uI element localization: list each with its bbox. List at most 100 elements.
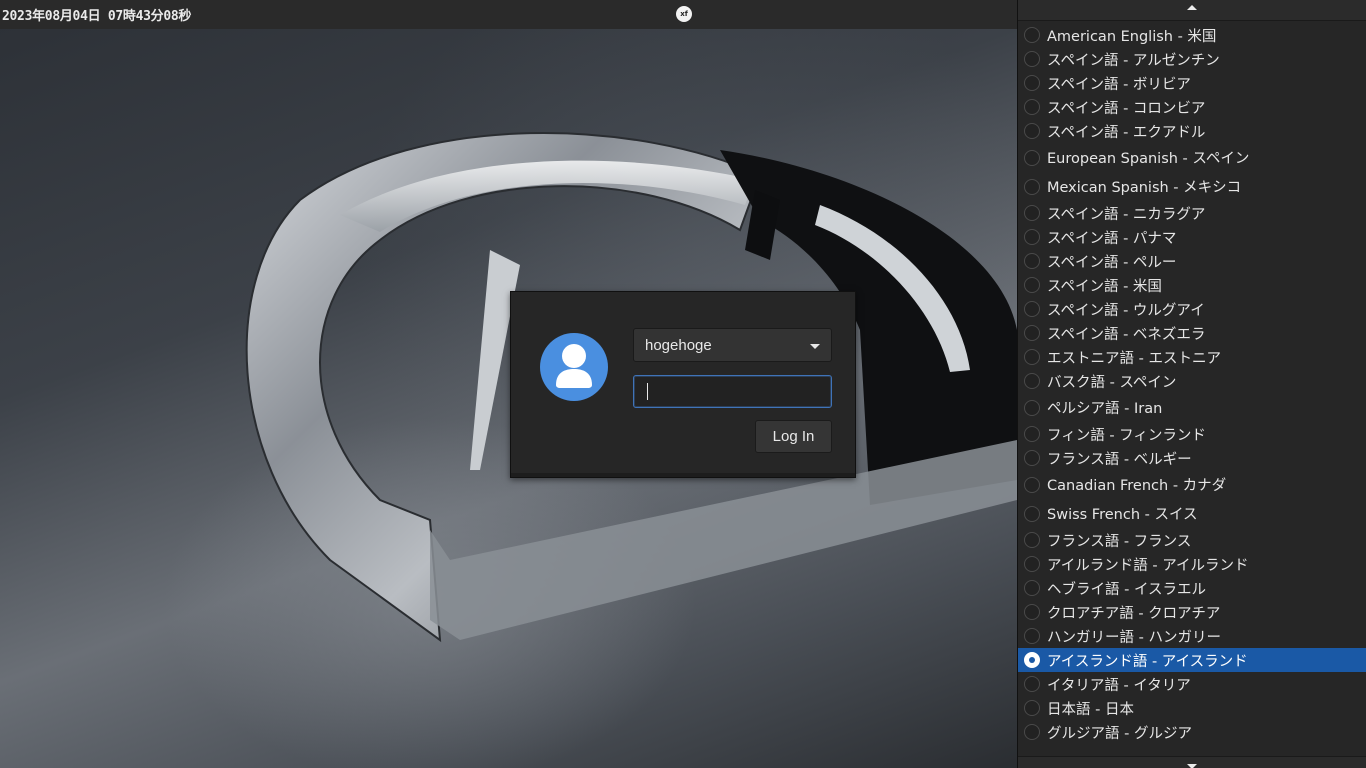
language-item[interactable]: 日本語 - 日本	[1018, 696, 1366, 720]
language-item[interactable]: フィン語 - フィンランド	[1018, 422, 1366, 446]
chevron-down-icon	[1187, 764, 1197, 768]
radio-button-icon[interactable]	[1024, 178, 1040, 195]
language-menu: American English - 米国 スペイン語 - アルゼンチン スペイン語…	[1017, 0, 1366, 768]
radio-button-icon[interactable]	[1024, 51, 1040, 67]
password-input[interactable]	[633, 375, 832, 408]
radio-button-icon[interactable]	[1024, 700, 1040, 716]
language-item[interactable]: Mexican Spanish - メキシコ	[1018, 172, 1366, 201]
language-item-label: European Spanish - スペイン	[1047, 151, 1250, 167]
language-item[interactable]: アイルランド語 - アイルランド	[1018, 552, 1366, 576]
chevron-down-icon	[810, 344, 820, 349]
radio-button-icon[interactable]	[1024, 652, 1040, 668]
language-item[interactable]: スペイン語 - エクアドル	[1018, 119, 1366, 143]
language-item[interactable]: スペイン語 - パナマ	[1018, 225, 1366, 249]
radio-button-icon[interactable]	[1024, 373, 1040, 389]
language-item-label: スペイン語 - アルゼンチン	[1047, 52, 1220, 69]
clock: 2023年08月04日 07時43分08秒	[2, 9, 192, 24]
language-item-label: スペイン語 - ニカラグア	[1047, 206, 1206, 223]
language-item-label: Canadian French - カナダ	[1047, 478, 1227, 494]
language-item[interactable]: European Spanish - スペイン	[1018, 143, 1366, 172]
language-item[interactable]: グルジア語 - グルジア	[1018, 720, 1366, 744]
xfce-icon[interactable]: xf	[676, 6, 692, 22]
language-item[interactable]: スペイン語 - 米国	[1018, 273, 1366, 297]
login-button[interactable]: Log In	[755, 420, 832, 453]
radio-button-icon[interactable]	[1024, 676, 1040, 692]
radio-button-icon[interactable]	[1024, 123, 1040, 139]
language-item[interactable]: クロアチア語 - クロアチア	[1018, 600, 1366, 624]
language-item[interactable]: フランス語 - フランス	[1018, 528, 1366, 552]
language-item[interactable]: スペイン語 - ペルー	[1018, 249, 1366, 273]
language-item-label: エストニア語 - エストニア	[1047, 350, 1221, 367]
user-avatar-icon	[540, 333, 608, 401]
language-item-label: フィン語 - フィンランド	[1047, 427, 1206, 444]
language-item[interactable]: アイスランド語 - アイスランド	[1018, 648, 1366, 672]
radio-button-icon[interactable]	[1024, 27, 1040, 43]
language-item-label: イタリア語 - イタリア	[1047, 677, 1191, 694]
username-dropdown[interactable]: hogehoge	[633, 328, 832, 362]
language-item-label: フランス語 - ベルギー	[1047, 451, 1192, 468]
language-item-label: スペイン語 - 米国	[1047, 278, 1162, 295]
radio-button-icon[interactable]	[1024, 450, 1040, 466]
radio-button-icon[interactable]	[1024, 301, 1040, 317]
language-item[interactable]: スペイン語 - ボリビア	[1018, 71, 1366, 95]
radio-button-icon[interactable]	[1024, 75, 1040, 91]
language-item[interactable]: American English - 米国	[1018, 23, 1366, 47]
language-item-label: Swiss French - スイス	[1047, 507, 1198, 523]
language-item-label: ハンガリー語 - ハンガリー	[1047, 629, 1221, 646]
chevron-up-icon	[1187, 5, 1197, 10]
radio-button-icon[interactable]	[1024, 556, 1040, 572]
radio-button-icon[interactable]	[1024, 149, 1040, 166]
language-item-label: Mexican Spanish - メキシコ	[1047, 180, 1242, 196]
radio-button-icon[interactable]	[1024, 229, 1040, 245]
radio-button-icon[interactable]	[1024, 205, 1040, 221]
radio-button-icon[interactable]	[1024, 505, 1040, 522]
radio-button-icon[interactable]	[1024, 399, 1040, 416]
language-item-label: ヘブライ語 - イスラエル	[1047, 581, 1207, 598]
language-item[interactable]: イタリア語 - イタリア	[1018, 672, 1366, 696]
language-item-label: スペイン語 - ベネズエラ	[1047, 326, 1206, 343]
language-item-label: グルジア語 - グルジア	[1047, 725, 1192, 742]
radio-button-icon[interactable]	[1024, 476, 1040, 493]
language-item-label: スペイン語 - ウルグアイ	[1047, 302, 1205, 319]
radio-button-icon[interactable]	[1024, 628, 1040, 644]
language-item-label: American English - 米国	[1047, 28, 1217, 45]
language-item[interactable]: ヘブライ語 - イスラエル	[1018, 576, 1366, 600]
language-item-label: スペイン語 - ペルー	[1047, 254, 1177, 271]
radio-button-icon[interactable]	[1024, 604, 1040, 620]
radio-button-icon[interactable]	[1024, 325, 1040, 341]
scroll-down-button[interactable]	[1018, 756, 1366, 768]
radio-button-icon[interactable]	[1024, 99, 1040, 115]
language-item[interactable]: ペルシア語 - Iran	[1018, 393, 1366, 422]
distro-logo-wallpaper	[245, 131, 1017, 643]
text-cursor	[647, 383, 648, 400]
language-item[interactable]: スペイン語 - アルゼンチン	[1018, 47, 1366, 71]
language-item[interactable]: バスク語 - スペイン	[1018, 369, 1366, 393]
language-item[interactable]: Canadian French - カナダ	[1018, 470, 1366, 499]
language-item[interactable]: スペイン語 - ウルグアイ	[1018, 297, 1366, 321]
top-panel: 2023年08月04日 07時43分08秒 xf	[0, 0, 1017, 29]
radio-button-icon[interactable]	[1024, 349, 1040, 365]
radio-button-icon[interactable]	[1024, 253, 1040, 269]
language-item[interactable]: ハンガリー語 - ハンガリー	[1018, 624, 1366, 648]
language-item[interactable]: エストニア語 - エストニア	[1018, 345, 1366, 369]
desktop-background	[0, 0, 1017, 768]
language-item[interactable]: スペイン語 - ベネズエラ	[1018, 321, 1366, 345]
language-item-label: スペイン語 - コロンビア	[1047, 100, 1206, 117]
radio-button-icon[interactable]	[1024, 277, 1040, 293]
language-list: American English - 米国 スペイン語 - アルゼンチン スペイン語…	[1018, 23, 1366, 744]
language-item[interactable]: スペイン語 - ニカラグア	[1018, 201, 1366, 225]
radio-button-icon[interactable]	[1024, 580, 1040, 596]
language-item-label: バスク語 - スペイン	[1047, 374, 1177, 391]
scroll-up-button[interactable]	[1018, 0, 1366, 21]
language-item[interactable]: フランス語 - ベルギー	[1018, 446, 1366, 470]
radio-button-icon[interactable]	[1024, 532, 1040, 548]
language-item[interactable]: スペイン語 - コロンビア	[1018, 95, 1366, 119]
language-item-label: スペイン語 - パナマ	[1047, 230, 1177, 247]
language-item-label: クロアチア語 - クロアチア	[1047, 605, 1221, 622]
radio-button-icon[interactable]	[1024, 724, 1040, 740]
language-item[interactable]: Swiss French - スイス	[1018, 499, 1366, 528]
radio-button-icon[interactable]	[1024, 426, 1040, 442]
username-value: hogehoge	[645, 337, 712, 354]
language-item-label: アイスランド語 - アイスランド	[1047, 653, 1248, 670]
language-item-label: フランス語 - フランス	[1047, 533, 1192, 550]
